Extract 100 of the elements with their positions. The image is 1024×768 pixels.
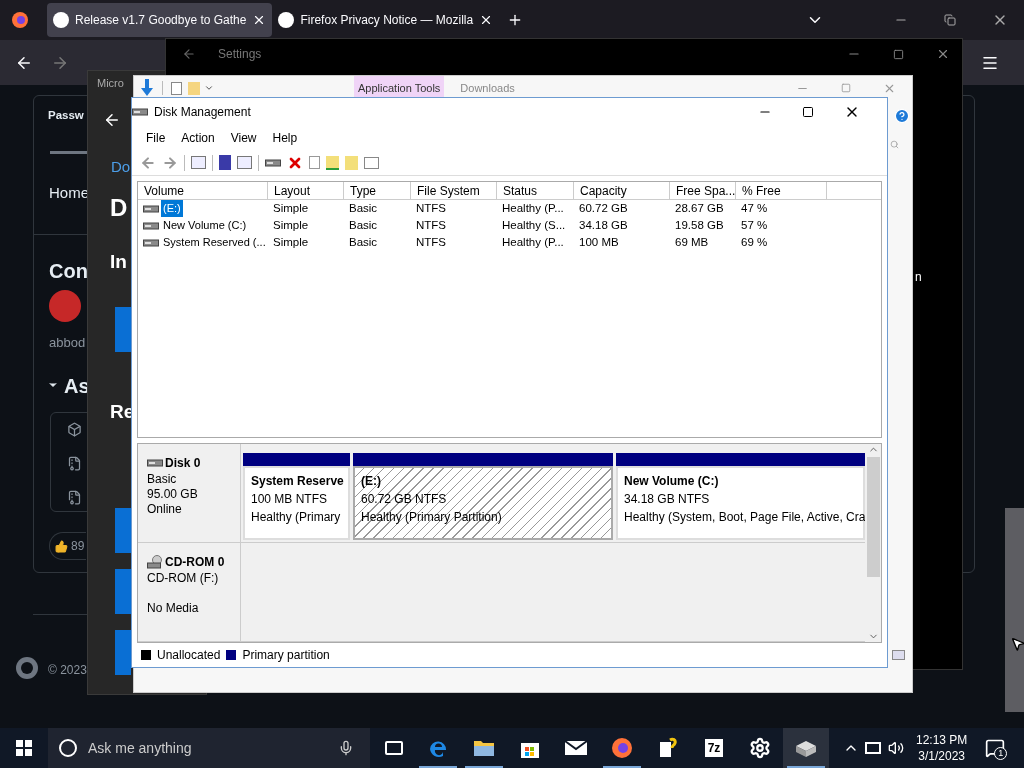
firefox-icon	[611, 737, 633, 759]
forward-icon[interactable]	[162, 154, 178, 171]
app-tile[interactable]	[115, 307, 131, 352]
username[interactable]: abbod	[49, 333, 86, 353]
column-header[interactable]: Free Spa...	[670, 182, 736, 200]
column-header[interactable]: Layout	[268, 182, 344, 200]
table-cell-text: 28.67 GB	[675, 200, 724, 216]
table-cell-text: Simple	[273, 217, 309, 233]
disk-name: CD-ROM 0	[165, 554, 225, 571]
table-cell-text: 69 MB	[675, 234, 709, 250]
table-cell-text: NTFS	[416, 217, 447, 233]
gear-icon	[749, 737, 771, 759]
table-cell-text: 100 MB	[579, 234, 619, 250]
disk-info: Online	[147, 502, 183, 517]
disk-info: 95.00 GB	[147, 487, 199, 502]
table-cell-text: 19.58 GB	[675, 217, 724, 233]
cd-drive-icon	[147, 555, 163, 569]
task-view-icon[interactable]	[385, 741, 403, 755]
ribbon-tab[interactable]: Application Tools	[354, 76, 445, 100]
table-cell-text: Simple	[273, 200, 309, 216]
nav-item[interactable]: Passw	[48, 108, 84, 122]
disk-management-icon	[794, 738, 818, 758]
scrollbar-thumb[interactable]	[866, 457, 880, 577]
table-cell-text: Basic	[349, 217, 378, 233]
panel-icon[interactable]	[237, 156, 252, 169]
back-icon[interactable]	[103, 111, 121, 129]
page-heading: D	[110, 193, 128, 223]
taskbar-app[interactable]	[783, 728, 829, 768]
table-cell-text: 34.18 GB	[579, 217, 628, 233]
drive-icon	[265, 157, 281, 168]
partition-status: Healthy (Primary	[251, 509, 342, 526]
table-cell-text: Healthy (P...	[502, 200, 564, 216]
column-header[interactable]: Status	[497, 182, 574, 200]
panel-icon[interactable]	[191, 156, 206, 169]
table-cell-text: Simple	[273, 234, 309, 250]
restore-icon[interactable]	[944, 14, 956, 26]
disk-label-panel[interactable]: Disk 0 Basic 95.00 GB Online	[138, 444, 241, 542]
column-header[interactable]: Capacity	[574, 182, 670, 200]
microphone-icon[interactable]	[338, 740, 354, 756]
disk-info: Basic	[147, 472, 178, 487]
firefox-icon	[11, 11, 29, 29]
disk-label-panel[interactable]: CD-ROM 0 CD-ROM (F:) No Media	[138, 543, 241, 641]
drive-icon	[147, 458, 163, 468]
help-file-icon	[658, 737, 678, 759]
speaker-icon[interactable]	[888, 740, 904, 756]
window-title: Disk Management	[154, 104, 251, 121]
tab-title: Firefox Privacy Notice — Mozilla	[300, 12, 474, 29]
partition-size: 60.72 GB NTFS	[361, 491, 448, 508]
app-tile[interactable]	[115, 569, 131, 614]
home-link[interactable]: Home	[49, 182, 89, 205]
column-header[interactable]: % Free	[736, 182, 827, 200]
disk-management-icon	[132, 107, 148, 117]
notifications-icon[interactable]	[985, 738, 1006, 758]
partition-size: 100 MB NTFS	[251, 491, 329, 508]
browser-tab[interactable]: Release v1.7 Goodbye to Gathe	[47, 3, 273, 37]
search-field[interactable]: Ask me anything	[48, 728, 370, 768]
table-cell-text: 57 %	[741, 217, 768, 233]
table-cell-text: 60.72 GB	[579, 200, 628, 216]
link[interactable]: Do	[111, 156, 131, 179]
scrollbar-thumb[interactable]	[1005, 508, 1024, 712]
download-arrow-icon[interactable]	[140, 79, 154, 97]
window-title: Micro	[97, 76, 124, 91]
windows-logo-icon[interactable]	[16, 740, 32, 756]
menu-item[interactable]: View	[230, 129, 257, 147]
column-header[interactable]: Type	[344, 182, 411, 200]
dropdown-icon[interactable]	[204, 83, 214, 93]
section-heading: In	[110, 250, 127, 274]
browser-tab[interactable]: Firefox Privacy Notice — Mozilla	[272, 3, 500, 37]
app-tile[interactable]	[115, 630, 131, 675]
maximize-icon[interactable]	[801, 106, 814, 118]
taskbar-app[interactable]: 7z	[691, 728, 737, 768]
menu-item[interactable]: File	[146, 129, 166, 147]
avatar[interactable]	[49, 290, 81, 322]
clock[interactable]: 12:13 PM 3/1/2023	[916, 732, 968, 764]
ribbon-tab[interactable]: Downloads	[456, 76, 519, 100]
mail-icon	[564, 739, 588, 757]
7z-icon: 7z	[704, 739, 724, 757]
volume-name[interactable]: New Volume (C:)	[161, 217, 249, 234]
mouse-cursor-icon	[1010, 636, 1024, 652]
partition-status: Healthy (System, Boot, Page File, Active, Cra	[624, 509, 863, 526]
menu-item[interactable]: Help	[272, 129, 298, 147]
table-cell-text: 47 %	[741, 200, 768, 216]
notification-badge: 1	[994, 747, 1008, 760]
partition-status: Healthy (Primary Partition)	[361, 509, 503, 526]
column-header[interactable]: File System	[411, 182, 497, 200]
table-cell-text: 69 %	[741, 234, 768, 250]
partition-size: 34.18 GB NTFS	[624, 491, 711, 508]
volume-name[interactable]: (E:)	[161, 200, 183, 217]
folder-icon	[473, 738, 495, 758]
partition-name: System Reserve	[251, 473, 345, 490]
table-cell-text: NTFS	[416, 200, 447, 216]
app-tile[interactable]	[115, 508, 131, 553]
thumbs-up-icon	[55, 539, 68, 553]
volume-name[interactable]: System Reserved (...	[161, 234, 268, 251]
tab-title: Release v1.7 Goodbye to Gathe	[75, 12, 247, 29]
disk-info: CD-ROM (F:)	[147, 571, 220, 586]
table-cell-text: Basic	[349, 200, 378, 216]
window-title: Settings	[218, 46, 262, 63]
menu-item[interactable]: Action	[181, 129, 215, 147]
text-fragment: n	[915, 270, 922, 284]
